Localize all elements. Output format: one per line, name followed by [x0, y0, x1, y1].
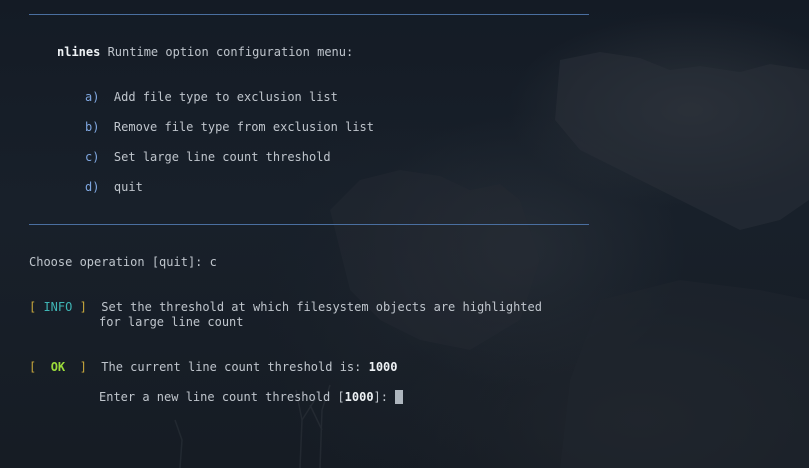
option-label: Set large line count threshold	[113, 150, 331, 164]
bottom-divider	[29, 224, 589, 225]
default-threshold-value: 1000	[344, 390, 374, 404]
menu-option-quit[interactable]: d) quit	[85, 180, 143, 195]
menu-option-add[interactable]: a) Add file type to exclusion list	[85, 90, 338, 105]
info-tag: INFO	[43, 300, 73, 314]
info-text-line2: for large line count	[99, 315, 244, 329]
ok-message: [ OK ] The current line count threshold …	[29, 360, 398, 374]
option-label: Add file type to exclusion list	[113, 90, 338, 104]
operation-prompt: Choose operation [quit]: c	[29, 255, 217, 270]
threshold-entry-prompt[interactable]: Enter a new line count threshold [1000]:	[99, 390, 404, 405]
option-label: Remove file type from exclusion list	[113, 120, 375, 134]
entry-text-before: Enter a new line count threshold [	[99, 390, 345, 404]
terminal-window[interactable]: nlines Runtime option configuration menu…	[0, 0, 809, 468]
menu-option-threshold[interactable]: c) Set large line count threshold	[85, 150, 331, 165]
top-divider	[29, 14, 589, 15]
info-message: [ INFO ] Set the threshold at which file…	[29, 300, 542, 314]
info-message-continued: for large line count	[99, 315, 244, 330]
prompt-input-value: c	[209, 255, 217, 269]
menu-title: nlines Runtime option configuration menu…	[57, 45, 353, 60]
option-label: quit	[113, 180, 143, 194]
current-threshold-value: 1000	[368, 360, 398, 374]
menu-option-remove[interactable]: b) Remove file type from exclusion list	[85, 120, 374, 135]
prompt-text: Choose operation [quit]:	[29, 255, 210, 269]
ok-tag: OK	[50, 360, 66, 374]
entry-text-after: ]:	[373, 390, 396, 404]
menu-title-text: Runtime option configuration menu:	[100, 45, 354, 59]
info-text-line1: Set the threshold at which filesystem ob…	[101, 300, 542, 314]
text-cursor[interactable]	[395, 390, 404, 404]
ok-text: The current line count threshold is:	[101, 360, 369, 374]
program-name: nlines	[57, 45, 101, 59]
